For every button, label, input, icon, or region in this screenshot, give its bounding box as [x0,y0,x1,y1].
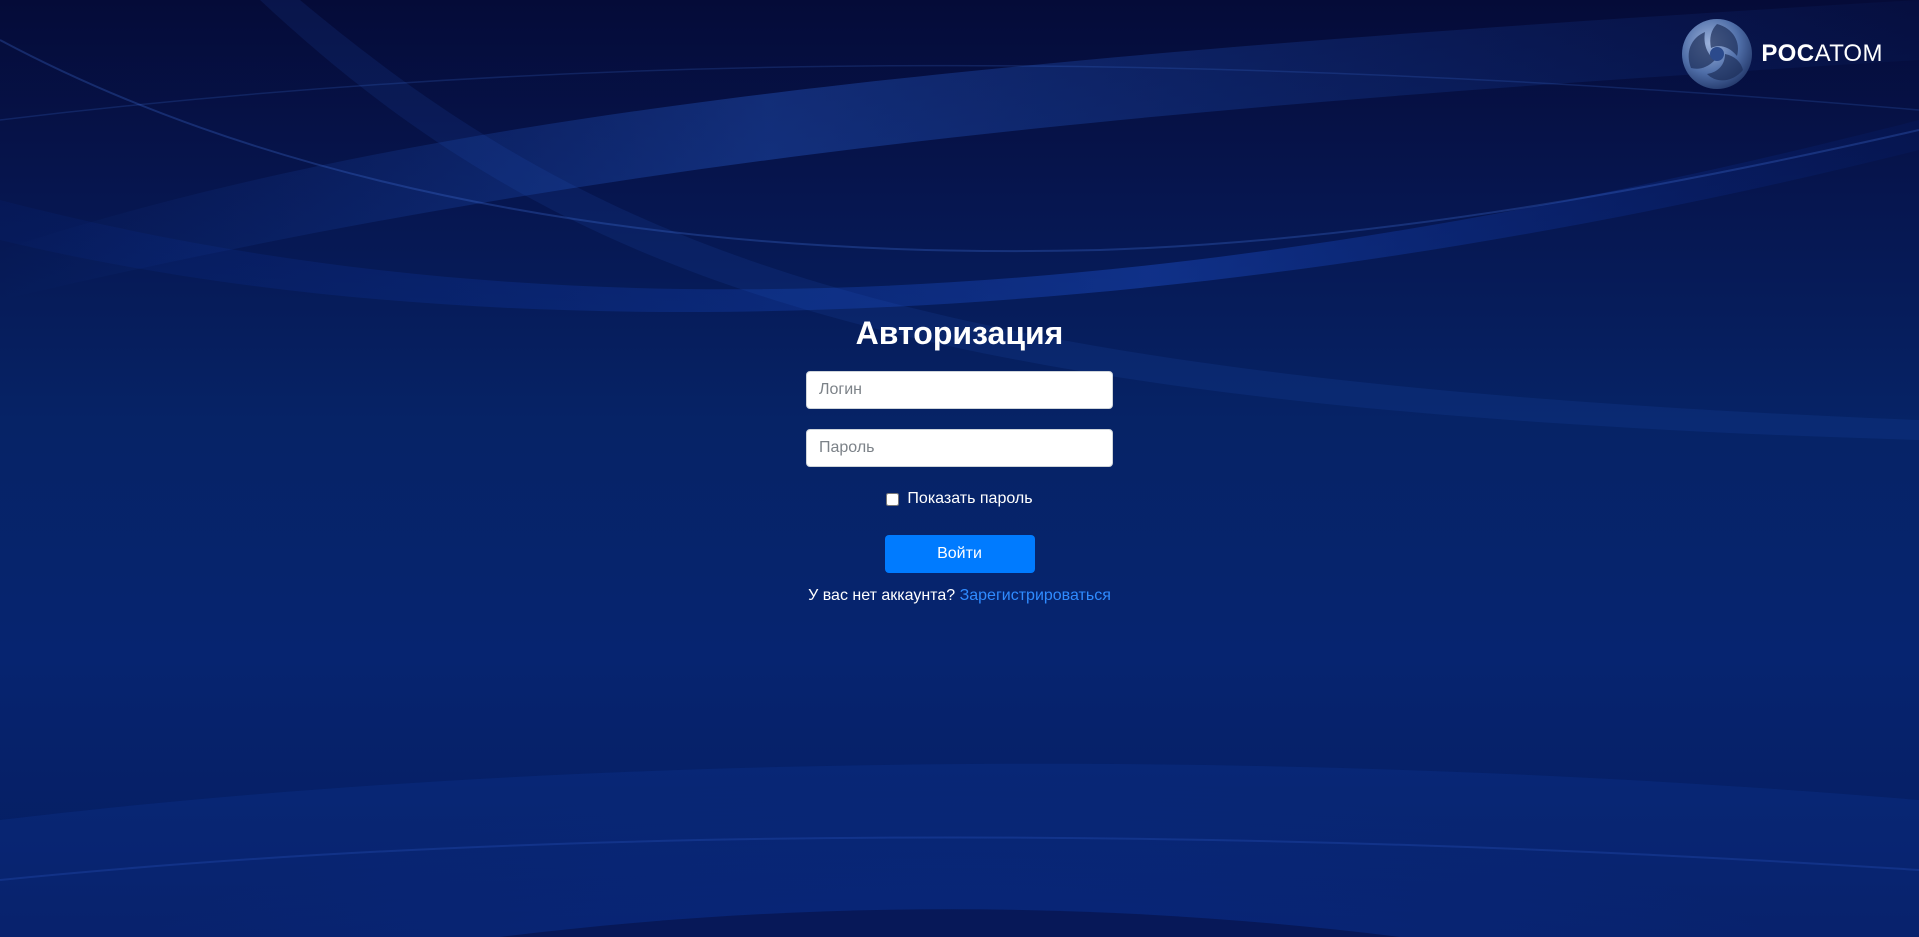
login-button[interactable]: Войти [884,535,1035,573]
atom-emblem-icon [1682,19,1753,89]
register-link[interactable]: Зарегистрироваться [960,587,1111,604]
no-account-text: У вас нет аккаунта? [808,587,956,604]
page-title: Авторизация [855,315,1064,351]
logo-wordmark: РОСАТОМ [1761,40,1883,68]
login-form: Авторизация Показать пароль Войти У вас … [0,313,1919,609]
login-input[interactable] [806,371,1113,409]
show-password-toggle[interactable]: Показать пароль [886,487,1033,511]
password-input[interactable] [806,429,1113,467]
rosatom-logo: РОСАТОМ [1681,18,1883,90]
show-password-label: Показать пароль [907,490,1033,507]
register-prompt: У вас нет аккаунта? Зарегистрироваться [808,587,1111,609]
login-page: РОСАТОМ Авторизация Показать пароль Войт… [0,0,1919,937]
logo-text-thin: АТОМ [1814,40,1883,67]
logo-text-bold: РОС [1761,40,1815,67]
show-password-checkbox[interactable] [886,492,900,506]
